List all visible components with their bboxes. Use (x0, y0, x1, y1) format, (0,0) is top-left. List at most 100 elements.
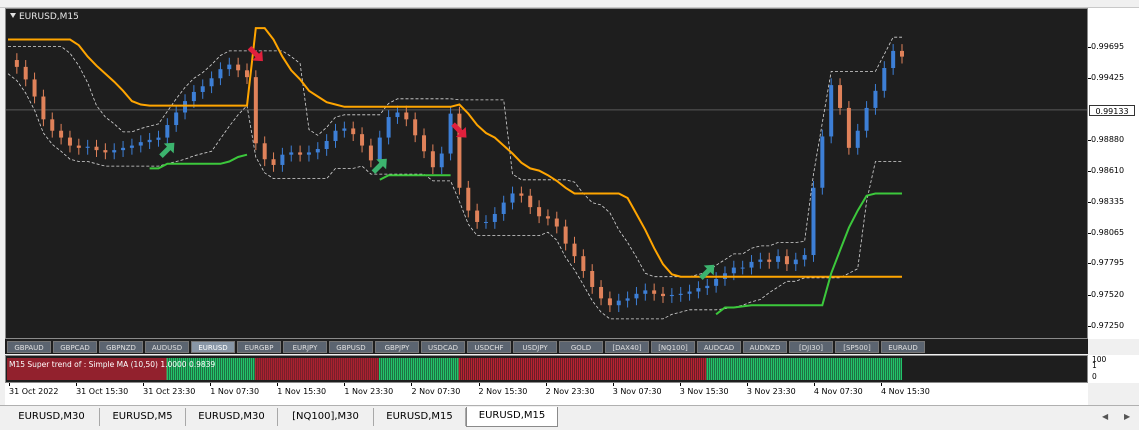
candle-body (661, 293, 666, 297)
price-tick-label: 0.99695 (1091, 41, 1125, 51)
candle-body (333, 130, 338, 141)
channel-upper (8, 36, 902, 278)
candle (50, 112, 55, 138)
candle (643, 283, 648, 301)
candle-body (900, 50, 904, 57)
candle-body (767, 259, 772, 262)
symbol-button-audusd[interactable]: AUDUSD (145, 341, 189, 353)
candle-body (678, 293, 683, 295)
candle-body (368, 145, 373, 161)
price-tick-label: 0.97250 (1091, 320, 1125, 330)
candle (855, 123, 860, 155)
candle-body (519, 193, 524, 196)
candle-body (94, 146, 99, 151)
candle (236, 57, 241, 78)
candle (200, 79, 205, 99)
date-tick-label: 3 Nov 23:30 (746, 387, 796, 396)
symbol-button-sp500[interactable]: [SP500] (835, 341, 879, 353)
candle-body (643, 290, 648, 294)
candle-body (138, 142, 143, 146)
candle-body (501, 202, 506, 214)
price-axis[interactable]: 0.99695 0.99425 0.99133 0.98880 0.98610 0.983… (1088, 8, 1139, 339)
symbol-button-usdjpy[interactable]: USDJPY (513, 341, 557, 353)
candle (705, 278, 710, 295)
candle (820, 129, 825, 195)
candle (669, 288, 674, 303)
symbol-button-euraud[interactable]: EURAUD (881, 341, 925, 353)
symbol-button-gbpjpy[interactable]: GBPJPY (375, 341, 419, 353)
candle (271, 152, 276, 172)
symbol-button-gold[interactable]: GOLD (559, 341, 603, 353)
date-tick-label: 31 Oct 15:30 (76, 387, 129, 396)
chart-title: EURUSD,M15 (10, 12, 79, 22)
candle (625, 291, 630, 308)
candle (386, 110, 391, 145)
date-axis[interactable]: 31 Oct 2022 31 Oct 15:30 31 Oct 23:30 1 Nov… (5, 383, 1088, 405)
candle-body (174, 112, 179, 126)
symbol-button-usdchf[interactable]: USDCHF (467, 341, 511, 353)
candle-body (165, 125, 170, 138)
candle-body (85, 146, 90, 148)
candle-body (121, 147, 126, 151)
symbol-button-audcad[interactable]: AUDCAD (697, 341, 741, 353)
date-tick-label: 4 Nov 07:30 (813, 387, 863, 396)
symbol-button-dji30[interactable]: [DJI30] (789, 341, 833, 353)
candle-body (784, 256, 789, 265)
chart-tab-0[interactable]: EURUSD,M30 (4, 408, 100, 426)
candle-body (360, 134, 365, 146)
candle-body (811, 187, 816, 256)
chart-tab-1[interactable]: EURUSD,M5 (100, 408, 186, 426)
candle-body (528, 195, 533, 208)
candle-body (740, 267, 745, 269)
candle (528, 188, 533, 214)
candle-body (714, 278, 719, 286)
candle-body (475, 210, 480, 222)
candle-body (404, 112, 409, 120)
date-tick-label: 2 Nov 07:30 (411, 387, 461, 396)
candle-body (271, 159, 276, 165)
symbol-button-nq100[interactable]: [NQ100] (651, 341, 695, 353)
candle-body (430, 151, 435, 168)
candle (554, 211, 559, 234)
candle (678, 286, 683, 302)
candle-body (820, 136, 825, 188)
chart-tab-5[interactable]: EURUSD,M15 (466, 407, 558, 427)
candle (652, 283, 657, 301)
chart-tab-4[interactable]: EURUSD,M15 (374, 408, 466, 426)
candle (900, 44, 904, 64)
symbol-button-usdcad[interactable]: USDCAD (421, 341, 465, 353)
symbol-button-gbpusd[interactable]: GBPUSD (329, 341, 373, 353)
main-chart-panel[interactable] (5, 8, 1088, 339)
candle (581, 249, 586, 278)
candle (519, 186, 524, 203)
candle (687, 284, 692, 301)
candle (183, 94, 188, 120)
symbol-button-eurusd[interactable]: EURUSD (191, 341, 235, 353)
date-tick-mark (881, 383, 882, 386)
tab-scroll-right-icon[interactable]: ▶ (1124, 412, 1130, 421)
date-tick-label: 3 Nov 07:30 (612, 387, 662, 396)
price-tick-label: 0.97795 (1091, 258, 1125, 268)
chart-title-dropdown-icon[interactable] (10, 13, 16, 18)
candle (262, 136, 267, 167)
candle-body (156, 137, 161, 140)
chart-tab-3[interactable]: [NQ100],M30 (278, 408, 374, 426)
candle-body (14, 60, 19, 67)
symbol-button-gbpcad[interactable]: GBPCAD (53, 341, 97, 353)
symbol-button-eurjpy[interactable]: EURJPY (283, 341, 327, 353)
candle-body (103, 150, 108, 153)
candle-body (289, 152, 294, 155)
candle (404, 105, 409, 127)
symbol-button-gbpnzd[interactable]: GBPNZD (99, 341, 143, 353)
candle (572, 236, 577, 264)
symbol-button-dax40[interactable]: [DAX40] (605, 341, 649, 353)
chart-tab-2[interactable]: EURUSD,M30 (186, 408, 278, 426)
candle (360, 127, 365, 153)
date-tick-mark (277, 383, 279, 386)
symbol-button-eurgbp[interactable]: EURGBP (237, 341, 281, 353)
symbol-button-gbpaud[interactable]: GBPAUD (7, 341, 51, 353)
symbol-button-audnzd[interactable]: AUDNZD (743, 341, 787, 353)
candle (227, 57, 232, 76)
symbol-bar: GBPAUD GBPCAD GBPNZD AUDUSD EURUSD EURGBP EURJ… (5, 339, 1088, 354)
tab-scroll-left-icon[interactable]: ◀ (1102, 412, 1108, 421)
